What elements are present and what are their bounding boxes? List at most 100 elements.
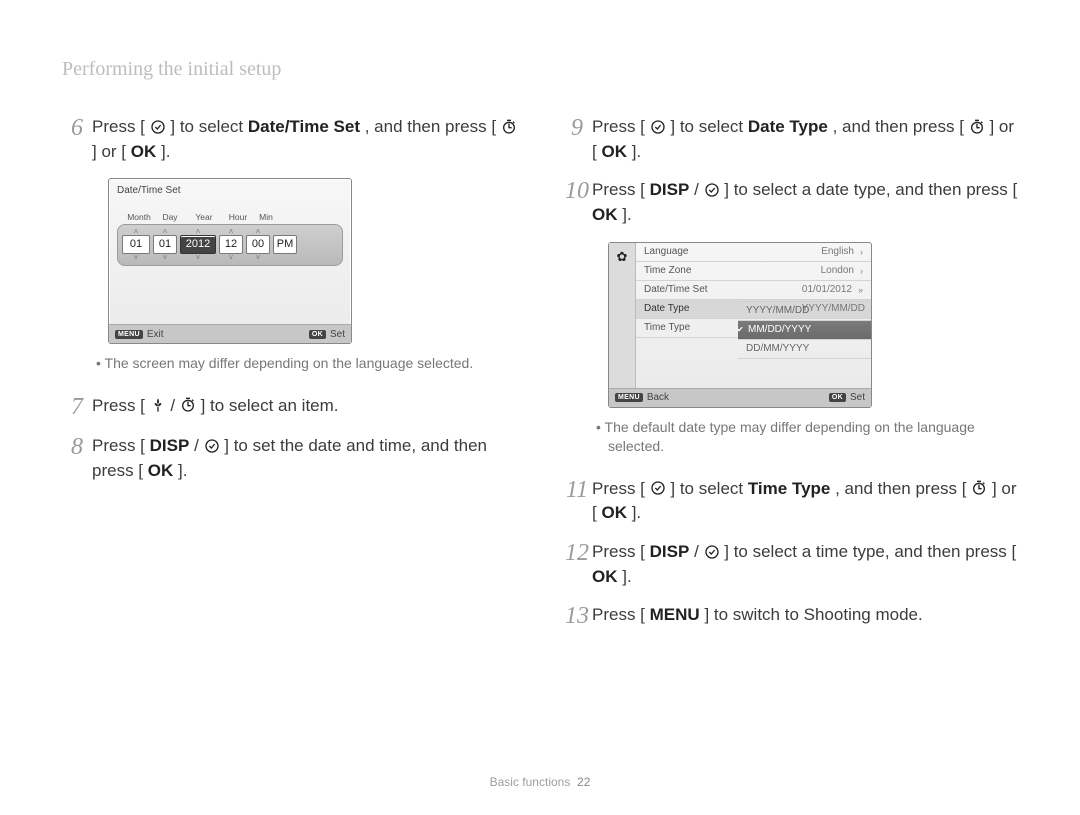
chevron-up-icon[interactable]: ˄ [180, 228, 216, 235]
ringcheck-icon [150, 119, 166, 135]
option-mmddyyyy[interactable]: MM/DD/YYYY [738, 321, 871, 340]
page-footer: Basic functions 22 [0, 775, 1080, 789]
label-year: Year [185, 212, 223, 222]
step-text: Press [ / ] to select an item. [92, 394, 522, 420]
txt: ]. [622, 205, 631, 224]
datetype-dropdown: YYYY/MM/DD MM/DD/YYYY DD/MM/YYYY [738, 301, 871, 359]
footer-left: Back [647, 392, 669, 403]
disp-icon: DISP [650, 542, 690, 561]
row-label: Time Zone [644, 262, 821, 280]
step-9: 9 Press [ ] to select Date Type , and th… [562, 115, 1022, 164]
footer-section: Basic functions [490, 775, 571, 789]
lcd-date-time-set: Date/Time Set Month Day Year Hour Min ˄ … [108, 178, 352, 344]
lcd-sidebar: ✿ [609, 243, 636, 407]
chevron-down-icon[interactable]: ˅ [153, 254, 177, 261]
ringcheck-icon [704, 544, 720, 560]
step-text: Press [ DISP / ] to select a time type, … [592, 540, 1022, 589]
lcd-title: Date/Time Set [109, 179, 351, 198]
step-number: 12 [562, 540, 592, 589]
step-text: Press [ DISP / ] to set the date and tim… [92, 434, 522, 483]
step-text: Press [ ] to select Date/Time Set , and … [92, 115, 522, 164]
step-text: Press [ ] to select Date Type , and then… [592, 115, 1022, 164]
timer-icon [180, 397, 196, 413]
label-min: Min [253, 212, 279, 222]
value: 2012 [180, 235, 216, 254]
step-6: 6 Press [ ] to select Date/Time Set , an… [62, 115, 522, 164]
value: 01 [122, 235, 150, 254]
row-label: Date/Time Set [644, 281, 802, 299]
label-hour: Hour [225, 212, 251, 222]
ringcheck-icon [650, 480, 666, 496]
row-language[interactable]: Language English › [636, 243, 871, 262]
txt: Press [ [92, 396, 145, 415]
ok-icon: OK [131, 142, 157, 161]
ringcheck-icon [204, 438, 220, 454]
spinner-hour[interactable]: ˄ 12 ˅ [219, 228, 243, 261]
ok-tag-icon: OK [829, 393, 846, 402]
txt: ] to select a date type, and then press … [724, 180, 1017, 199]
value: 00 [246, 235, 270, 254]
option-ddmmyyyy[interactable]: DD/MM/YYYY [738, 340, 871, 359]
bold-label: Time Type [748, 479, 831, 498]
row-label: Language [644, 243, 821, 261]
step-number: 7 [62, 394, 92, 420]
spinner-min[interactable]: ˄ 00 ˅ [246, 228, 270, 261]
txt: ]. [161, 142, 170, 161]
chevron-up-icon[interactable]: ˄ [122, 228, 150, 235]
txt: ] to select a time type, and then press … [724, 542, 1016, 561]
txt: ] or [ [92, 142, 126, 161]
chevron-down-icon[interactable]: ˅ [246, 254, 270, 261]
value: PM [273, 235, 297, 254]
txt: , and then press [ [833, 117, 964, 136]
disp-icon: DISP [150, 436, 190, 455]
chevron-down-icon[interactable]: ˅ [180, 254, 216, 261]
spinner-day[interactable]: ˄ 01 ˅ [153, 228, 177, 261]
bold-label: Date/Time Set [248, 117, 360, 136]
txt: , and then press [ [835, 479, 966, 498]
chevron-up-icon[interactable]: ˄ [153, 228, 177, 235]
row-value: London [821, 262, 860, 280]
txt: ] to switch to Shooting mode. [704, 605, 922, 624]
menu-icon: MENU [650, 605, 700, 624]
spinner-year[interactable]: ˄ 2012 ˅ [180, 228, 216, 261]
spinner-ampm[interactable]: ˄ PM ˅ [273, 228, 297, 261]
right-column: 9 Press [ ] to select Date Type , and th… [562, 115, 1022, 644]
txt: ] to select [170, 117, 247, 136]
chevron-down-icon[interactable]: ˅ [122, 254, 150, 261]
timer-icon [501, 119, 517, 135]
step-text: Press [ DISP / ] to select a date type, … [592, 178, 1022, 227]
row-datetime[interactable]: Date/Time Set 01/01/2012 » [636, 281, 871, 300]
lcd-footer: MENU Back OK Set [609, 388, 871, 407]
step-7: 7 Press [ / ] to select an item. [62, 394, 522, 420]
ok-tag-icon: OK [309, 330, 326, 339]
footer-left: Exit [147, 329, 164, 340]
label-day: Day [157, 212, 183, 222]
chevron-down-icon[interactable]: ˅ [219, 254, 243, 261]
ok-icon: OK [148, 461, 174, 480]
chevron-up-icon[interactable]: ˄ [246, 228, 270, 235]
gear-icon: ✿ [617, 249, 628, 407]
bold-label: Date Type [748, 117, 828, 136]
ringcheck-icon [704, 182, 720, 198]
chevron-right-icon: › [860, 262, 871, 280]
menu-tag-icon: MENU [615, 393, 643, 402]
spinner-month[interactable]: ˄ 01 ˅ [122, 228, 150, 261]
macro-icon [150, 397, 166, 413]
label-month: Month [123, 212, 155, 222]
chevron-right-icon: › [860, 243, 871, 261]
row-timezone[interactable]: Time Zone London › [636, 262, 871, 281]
txt: ] to select [670, 117, 747, 136]
option-yyyymmdd[interactable]: YYYY/MM/DD [738, 301, 871, 321]
note-screen-differ: The screen may differ depending on the l… [108, 354, 522, 374]
txt: ] to select [670, 479, 747, 498]
slash: / [170, 396, 179, 415]
txt: ]. [632, 142, 641, 161]
footer-page: 22 [577, 775, 590, 789]
ringcheck-icon [650, 119, 666, 135]
disp-icon: DISP [650, 180, 690, 199]
txt: , and then press [ [365, 117, 496, 136]
chevron-up-icon[interactable]: ˄ [219, 228, 243, 235]
step-number: 10 [562, 178, 592, 227]
txt: ]. [632, 503, 641, 522]
slash: / [694, 180, 703, 199]
